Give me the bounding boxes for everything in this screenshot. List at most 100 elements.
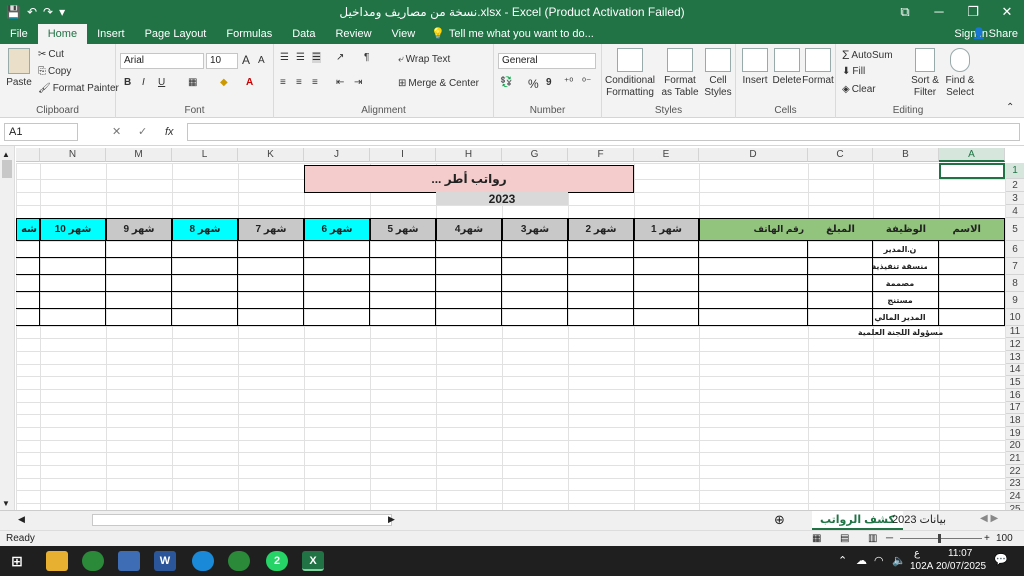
column-header-j[interactable]: J: [304, 148, 370, 162]
data-cell[interactable]: [568, 241, 634, 258]
sheet-year-cell[interactable]: 2023: [436, 192, 568, 205]
data-cell[interactable]: [172, 258, 238, 275]
page-break-view-icon[interactable]: ▥: [868, 531, 877, 546]
tab-page-layout[interactable]: Page Layout: [135, 24, 217, 44]
zoom-in-icon[interactable]: +: [984, 531, 990, 546]
share-button[interactable]: 👤 Share: [972, 24, 1018, 44]
tab-prev-icon[interactable]: ◀ ▶: [980, 513, 998, 524]
collapse-ribbon-icon[interactable]: ⌃: [1006, 102, 1014, 113]
data-cell[interactable]: [939, 258, 1005, 275]
data-cell[interactable]: [304, 275, 370, 292]
active-cell-a1[interactable]: [939, 163, 1005, 179]
input-language[interactable]: ع: [914, 548, 920, 559]
zoom-slider[interactable]: [900, 538, 982, 539]
column-header-d[interactable]: D: [699, 148, 808, 162]
column-header-i[interactable]: I: [370, 148, 436, 162]
tray-chevron-icon[interactable]: ⌃: [838, 554, 847, 567]
data-cell[interactable]: [699, 292, 808, 309]
save-icon[interactable]: 💾: [6, 0, 21, 24]
row-header-12[interactable]: 12: [1005, 338, 1024, 351]
row-header-18[interactable]: 18: [1005, 414, 1024, 427]
data-cell[interactable]: [699, 275, 808, 292]
row-header-16[interactable]: 16: [1005, 389, 1024, 402]
whatsapp-icon[interactable]: 2: [266, 551, 288, 571]
job-cell[interactable]: مسؤولة اللجنة العلمية: [808, 326, 993, 338]
month-header-7[interactable]: شهر 7: [238, 218, 304, 241]
row-header-23[interactable]: 23: [1005, 478, 1024, 490]
format-as-table-button[interactable]: Format as Table: [658, 48, 702, 99]
data-cell[interactable]: [370, 309, 436, 326]
data-cell[interactable]: [238, 241, 304, 258]
indent-decrease-icon[interactable]: ⇤: [336, 77, 344, 88]
font-color-icon[interactable]: A: [246, 77, 253, 88]
clock-date[interactable]: 20/07/2025: [936, 561, 986, 572]
data-cell[interactable]: [172, 309, 238, 326]
align-center-icon[interactable]: ≡: [296, 77, 302, 88]
data-cell[interactable]: [16, 241, 40, 258]
row-header-3[interactable]: 3: [1005, 192, 1024, 205]
data-cell[interactable]: [16, 309, 40, 326]
copy-button[interactable]: ⎘ Copy: [38, 66, 71, 77]
row-header-8[interactable]: 8: [1005, 275, 1024, 292]
data-cell[interactable]: [238, 292, 304, 309]
month-header-partial[interactable]: شه: [16, 218, 40, 241]
row-header-20[interactable]: 20: [1005, 440, 1024, 452]
data-cell[interactable]: [808, 258, 873, 275]
column-header-e[interactable]: E: [634, 148, 699, 162]
row-header-11[interactable]: 11: [1005, 326, 1024, 338]
page-layout-view-icon[interactable]: ▤: [840, 531, 849, 546]
month-header-4[interactable]: شهر4: [436, 218, 502, 241]
job-cell[interactable]: مستنج: [873, 292, 927, 309]
tab-insert[interactable]: Insert: [87, 24, 135, 44]
data-cell[interactable]: [238, 275, 304, 292]
row-header-5[interactable]: 5: [1005, 218, 1024, 241]
data-cell[interactable]: [370, 275, 436, 292]
column-header-f[interactable]: F: [568, 148, 634, 162]
column-header-c[interactable]: C: [808, 148, 873, 162]
data-cell[interactable]: [304, 258, 370, 275]
wifi-icon[interactable]: ◠: [874, 554, 884, 567]
month-header-2[interactable]: شهر 2: [568, 218, 634, 241]
percent-button[interactable]: %: [528, 77, 539, 91]
close-button[interactable]: ✕: [990, 0, 1024, 24]
row-header-7[interactable]: 7: [1005, 258, 1024, 275]
job-cell[interactable]: منسقة تنفيذية: [873, 258, 927, 275]
ribbon-display-icon[interactable]: ⧉: [888, 0, 922, 24]
row-header-4[interactable]: 4: [1005, 205, 1024, 218]
row-header-6[interactable]: 6: [1005, 241, 1024, 258]
format-cells-button[interactable]: Format: [802, 48, 834, 87]
data-cell[interactable]: [40, 258, 106, 275]
row-header-10[interactable]: 10: [1005, 309, 1024, 326]
column-header-k[interactable]: K: [238, 148, 304, 162]
data-cell[interactable]: [634, 292, 699, 309]
month-header-5[interactable]: شهر 5: [370, 218, 436, 241]
insert-cells-button[interactable]: Insert: [740, 48, 770, 87]
fill-color-icon[interactable]: ◆: [220, 77, 228, 88]
delete-cells-button[interactable]: Delete: [772, 48, 802, 87]
data-cell[interactable]: [106, 309, 172, 326]
row-header-17[interactable]: 17: [1005, 402, 1024, 414]
data-cell[interactable]: [304, 292, 370, 309]
scroll-thumb[interactable]: [2, 160, 12, 178]
excel-taskbar-icon[interactable]: X: [302, 551, 324, 571]
formula-input[interactable]: [187, 123, 1020, 141]
normal-view-icon[interactable]: ▦: [812, 531, 821, 546]
row-header-13[interactable]: 13: [1005, 351, 1024, 364]
data-cell[interactable]: [568, 258, 634, 275]
column-header-a[interactable]: A: [939, 148, 1005, 162]
data-cell[interactable]: [568, 309, 634, 326]
data-cell[interactable]: [808, 309, 873, 326]
data-cell[interactable]: [502, 292, 568, 309]
conditional-formatting-button[interactable]: Conditional Formatting: [604, 48, 656, 99]
job-cell[interactable]: مصممة: [873, 275, 927, 292]
cell-styles-button[interactable]: Cell Styles: [702, 48, 734, 99]
sheet-title-cell[interactable]: رواتب أطر ...: [304, 165, 634, 193]
data-cell[interactable]: [40, 309, 106, 326]
data-cell[interactable]: [502, 309, 568, 326]
header-name[interactable]: الاسم: [939, 218, 1005, 241]
number-format-select[interactable]: General: [498, 53, 596, 69]
data-cell[interactable]: [699, 241, 808, 258]
data-cell[interactable]: [172, 292, 238, 309]
minimize-button[interactable]: ─: [922, 0, 956, 24]
scroll-down-icon[interactable]: ▼: [2, 499, 10, 508]
